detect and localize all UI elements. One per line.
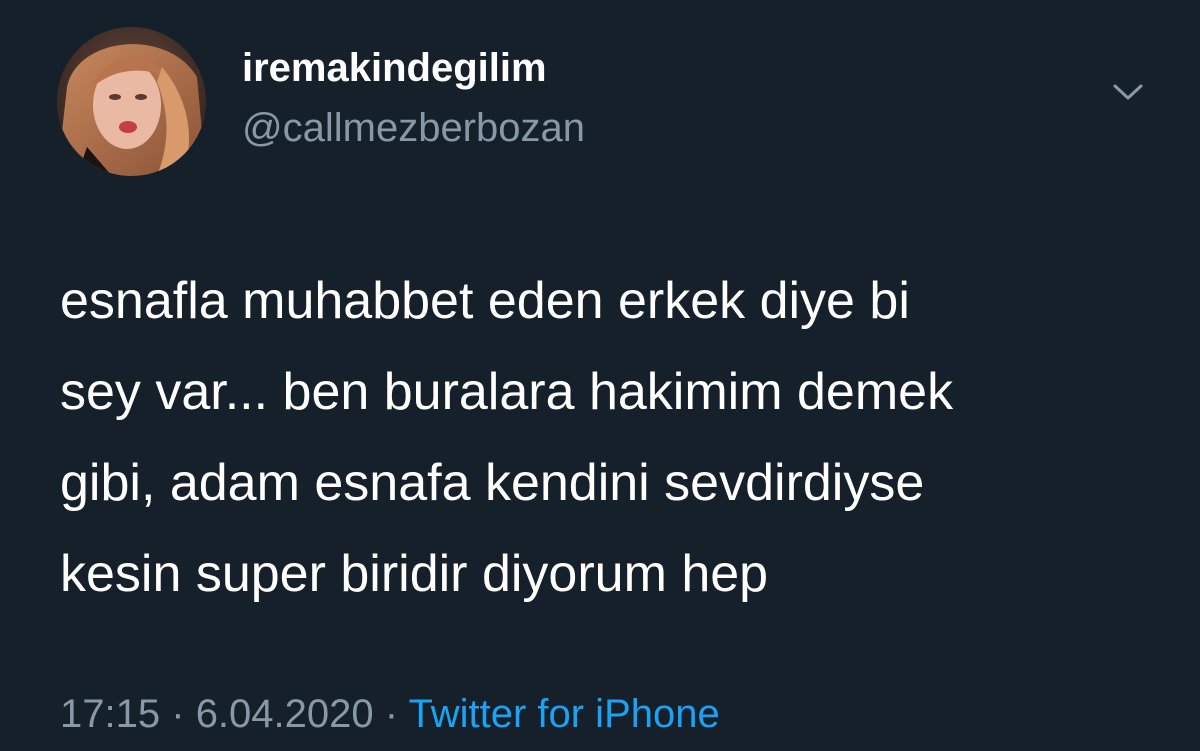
chevron-down-icon: [1113, 84, 1143, 100]
tweet-card: iremakindegilim @callmezberbozan esnafla…: [0, 0, 1200, 751]
tweet-text-line: esnafla muhabbet eden erkek diye bi: [60, 272, 910, 330]
tweet-menu-button[interactable]: [1108, 74, 1148, 114]
tweet-source-link[interactable]: Twitter for iPhone: [408, 692, 719, 736]
profile-photo-icon: [57, 27, 206, 176]
user-handle[interactable]: @callmezberbozan: [242, 104, 585, 152]
meta-separator: ·: [384, 692, 399, 736]
tweet-text-line: sey var... ben buralara hakimim demek: [60, 363, 954, 421]
meta-separator: ·: [171, 692, 185, 736]
tweet-meta: 17:15 · 6.04.2020 · Twitter for iPhone: [60, 690, 720, 738]
tweet-text-line: kesin super biridir diyorum hep: [60, 545, 769, 603]
display-name[interactable]: iremakindegilim: [242, 44, 547, 92]
avatar[interactable]: [57, 27, 206, 176]
tweet-date[interactable]: 6.04.2020: [196, 692, 374, 736]
tweet-text: esnafla muhabbet eden erkek diye bi sey …: [60, 256, 1160, 620]
tweet-text-line: gibi, adam esnafa kendini sevdirdiyse: [60, 454, 925, 512]
tweet-time[interactable]: 17:15: [60, 692, 160, 736]
